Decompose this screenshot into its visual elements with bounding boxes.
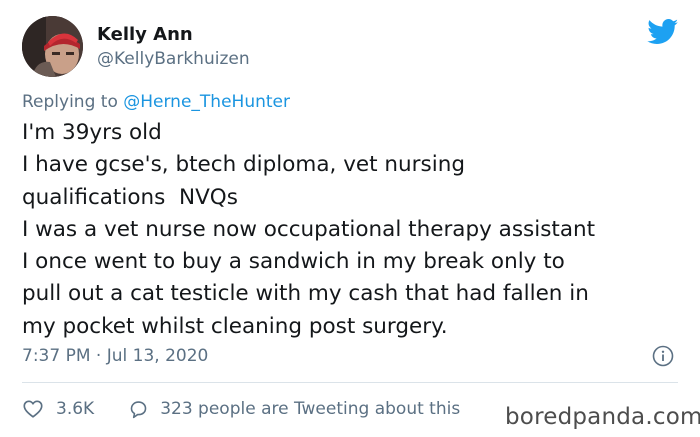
like-count[interactable]: 3.6K (56, 399, 94, 419)
tweet-line: my pocket whilst cleaning post surgery. (22, 313, 448, 339)
tweet-line: I once went to buy a sandwich in my brea… (22, 249, 565, 275)
divider (22, 382, 678, 383)
avatar[interactable] (22, 16, 83, 77)
tweet-line: I was a vet nurse now occupational thera… (22, 216, 596, 242)
user-handle[interactable]: @KellyBarkhuizen (97, 49, 250, 69)
watermark: boredpanda.com (505, 404, 700, 430)
like-heart-icon[interactable] (22, 398, 44, 420)
tweet-line: I'm 39yrs old (22, 120, 162, 145)
tweet-line: pull out a cat testicle with my cash tha… (22, 281, 589, 307)
reply-mention-link[interactable]: @Herne_TheHunter (123, 92, 290, 112)
display-name[interactable]: Kelly Ann (97, 24, 193, 45)
tweet-text: I'm 39yrs old I have gcse's, btech diplo… (22, 117, 692, 343)
user-avatar-image (22, 16, 83, 77)
conversation-link[interactable]: 323 people are Tweeting about this (160, 399, 460, 419)
tweet-line: I have gcse's, btech diploma, vet nursin… (22, 152, 465, 178)
tweet-timestamp[interactable]: 7:37 PM · Jul 13, 2020 (22, 346, 208, 366)
engagement-bar: 3.6K 323 people are Tweeting about this (22, 396, 460, 422)
replying-to: Replying to @Herne_TheHunter (22, 92, 290, 112)
info-icon[interactable] (652, 345, 674, 367)
tweet-line: qualifications NVQs (22, 184, 238, 210)
twitter-bird-icon[interactable] (647, 19, 679, 45)
reply-bubble-icon[interactable] (128, 399, 149, 420)
replying-to-label: Replying to (22, 92, 118, 112)
